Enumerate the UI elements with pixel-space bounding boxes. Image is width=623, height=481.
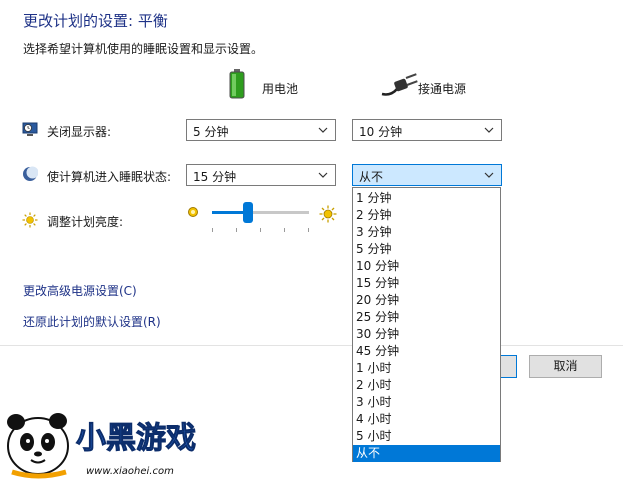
sleep-label: 使计算机进入睡眠状态: — [47, 170, 172, 184]
brightness-low-icon — [188, 207, 198, 217]
watermark-title: 小黑游戏 — [76, 421, 196, 456]
sleep-plugged-select[interactable]: 从不 — [352, 164, 502, 186]
page-title: 更改计划的设置: 平衡 — [23, 12, 168, 30]
chevron-down-icon — [484, 172, 494, 178]
dropdown-option[interactable]: 15 分钟 — [353, 275, 500, 292]
watermark-url: www.xiaohei.com — [86, 466, 174, 477]
battery-icon — [229, 69, 245, 99]
dropdown-option[interactable]: 45 分钟 — [353, 343, 500, 360]
brightness-sun-icon — [22, 212, 38, 228]
brightness-label: 调整计划亮度: — [47, 215, 124, 229]
dropdown-option[interactable]: 30 分钟 — [353, 326, 500, 343]
sleep-plugged-dropdown-list: 1 分钟 2 分钟 3 分钟 5 分钟 10 分钟 15 分钟 20 分钟 25 分钟 30 分… — [352, 187, 501, 462]
cancel-button[interactable]: 取消 — [529, 355, 602, 378]
dropdown-option[interactable]: 1 小时 — [353, 360, 500, 377]
page-subtitle: 选择希望计算机使用的睡眠设置和显示设置。 — [23, 42, 264, 56]
display-off-plugged-select[interactable]: 10 分钟 — [352, 119, 502, 141]
plug-icon — [381, 73, 418, 96]
dropdown-option[interactable]: 2 小时 — [353, 377, 500, 394]
advanced-settings-link[interactable]: 更改高级电源设置(C) — [23, 282, 137, 299]
slider-tick — [308, 228, 309, 232]
plugged-column-label: 接通电源 — [418, 82, 467, 96]
watermark-logo: 小黑游戏 www.xiaohei.com — [7, 413, 197, 479]
dropdown-option[interactable]: 从不 — [353, 445, 500, 462]
dropdown-option[interactable]: 5 分钟 — [353, 241, 500, 258]
dropdown-option[interactable]: 20 分钟 — [353, 292, 500, 309]
dropdown-option[interactable]: 4 小时 — [353, 411, 500, 428]
sleep-battery-select[interactable]: 15 分钟 — [186, 164, 336, 186]
restore-defaults-link[interactable]: 还原此计划的默认设置(R) — [23, 313, 161, 330]
dropdown-option[interactable]: 5 小时 — [353, 428, 500, 445]
dropdown-option[interactable]: 1 分钟 — [353, 190, 500, 207]
slider-tick — [260, 228, 261, 232]
dropdown-option[interactable]: 2 分钟 — [353, 207, 500, 224]
dropdown-option[interactable]: 25 分钟 — [353, 309, 500, 326]
dropdown-option[interactable]: 3 分钟 — [353, 224, 500, 241]
dropdown-option[interactable]: 10 分钟 — [353, 258, 500, 275]
slider-tick — [284, 228, 285, 232]
dropdown-option[interactable]: 3 小时 — [353, 394, 500, 411]
display-off-battery-value: 5 分钟 — [193, 125, 229, 139]
slider-tick — [212, 228, 213, 232]
sleep-plugged-value: 从不 — [359, 170, 384, 184]
chevron-down-icon — [484, 127, 494, 133]
display-off-label: 关闭显示器: — [47, 125, 112, 139]
display-off-plugged-value: 10 分钟 — [359, 125, 403, 139]
sleep-moon-icon — [23, 166, 38, 181]
display-off-battery-select[interactable]: 5 分钟 — [186, 119, 336, 141]
slider-tick — [236, 228, 237, 232]
brightness-high-icon — [319, 205, 337, 223]
monitor-clock-icon — [22, 122, 38, 136]
brightness-slider-thumb[interactable] — [242, 202, 253, 223]
sleep-battery-value: 15 分钟 — [193, 170, 237, 184]
footer-divider — [0, 345, 623, 346]
chevron-down-icon — [318, 127, 328, 133]
chevron-down-icon — [318, 172, 328, 178]
battery-column-label: 用电池 — [262, 82, 299, 96]
